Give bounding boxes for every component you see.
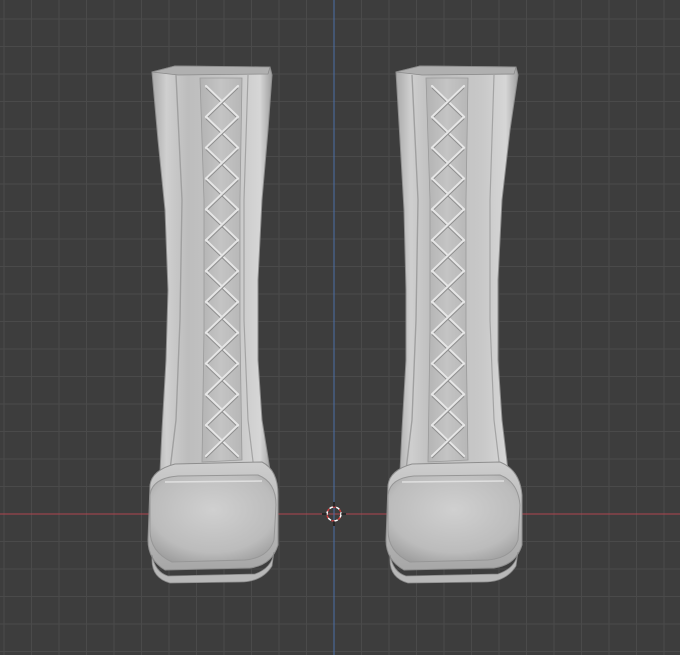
left-boot-toe-cap[interactable] [149,474,277,563]
right-boot[interactable] [385,65,523,584]
viewport-canvas[interactable] [0,0,680,655]
right-boot-toe-cap[interactable] [387,474,521,563]
left-boot[interactable] [147,65,279,584]
3d-viewport[interactable] [0,0,680,655]
viewport-grid [0,0,680,655]
